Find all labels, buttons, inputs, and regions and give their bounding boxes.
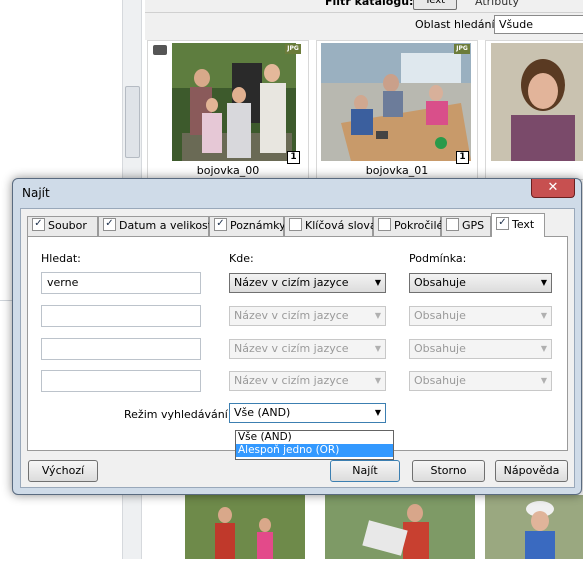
tab-checkbox[interactable]	[496, 217, 509, 230]
scope-label: Oblast hledání:	[415, 18, 499, 31]
where-select[interactable]: Název v cizím jazyce ▼	[229, 273, 386, 293]
filter-title: Filtr katalogu:	[325, 0, 414, 8]
search-mode-dropdown: Vše (AND) Alespoň jedno (OR)	[235, 430, 394, 460]
tab-checkbox[interactable]	[32, 218, 45, 231]
thumbnail-caption: bojovka_00	[196, 164, 260, 177]
search-mode-label: Režim vyhledávání:	[124, 408, 232, 421]
condition-select[interactable]: Obsahuje ▼	[409, 371, 552, 391]
dropdown-arrow-icon: ▼	[540, 376, 547, 385]
where-column-label: Kde:	[229, 252, 254, 265]
condition-select-value: Obsahuje	[414, 309, 466, 322]
tab-checkbox[interactable]	[446, 218, 459, 231]
jpg-format-icon: JPG	[285, 44, 301, 54]
condition-select-value: Obsahuje	[414, 342, 466, 355]
dropdown-option[interactable]: Alespoň jedno (OR)	[236, 444, 393, 457]
camera-icon	[153, 45, 167, 55]
dialog-title: Najít	[22, 186, 50, 200]
tab-label: Soubor	[48, 219, 87, 232]
tab-soubor[interactable]: Soubor	[27, 216, 98, 236]
search-mode-select[interactable]: Vše (AND) ▼	[229, 403, 386, 423]
thumbnail-image[interactable]	[485, 495, 583, 559]
thumbnail-image	[172, 43, 296, 161]
where-select-value: Název v cizím jazyce	[234, 309, 349, 322]
count-badge: 1	[456, 151, 469, 164]
where-select[interactable]: Název v cizím jazyce ▼	[229, 306, 386, 326]
tab-text[interactable]: Text	[491, 213, 545, 237]
dropdown-arrow-icon: ▼	[374, 311, 381, 320]
cancel-button[interactable]: Storno	[412, 460, 485, 482]
where-select-value: Název v cizím jazyce	[234, 342, 349, 355]
dropdown-arrow-icon: ▼	[540, 344, 547, 353]
where-select[interactable]: Název v cizím jazyce ▼	[229, 371, 386, 391]
thumbnail-item[interactable]	[485, 40, 583, 180]
where-select-value: Název v cizím jazyce	[234, 374, 349, 387]
filter-mode-button[interactable]: Text	[413, 0, 457, 10]
count-badge: 1	[287, 151, 300, 164]
find-button[interactable]: Najít	[330, 460, 400, 482]
search-input[interactable]: verne	[41, 272, 201, 294]
where-select[interactable]: Název v cizím jazyce ▼	[229, 339, 386, 359]
thumbnail-caption: bojovka_01	[365, 164, 429, 177]
tab-label: Poznámky	[230, 219, 286, 232]
jpg-format-icon: JPG	[454, 44, 470, 54]
tab-datum-a-velikost[interactable]: Datum a velikost	[98, 216, 213, 236]
tab-checkbox[interactable]	[103, 218, 116, 231]
close-icon[interactable]: ✕	[531, 179, 575, 198]
dropdown-arrow-icon: ▼	[374, 408, 381, 417]
filter-bar: Filtr katalogu: Text Atributy	[145, 0, 583, 13]
default-button[interactable]: Výchozí	[28, 460, 98, 482]
tab-poznamky[interactable]: Poznámky	[209, 216, 286, 236]
search-input[interactable]	[41, 370, 201, 392]
dropdown-arrow-icon: ▼	[374, 278, 381, 287]
search-column-label: Hledat:	[41, 252, 81, 265]
condition-select[interactable]: Obsahuje ▼	[409, 273, 552, 293]
thumbnail-image[interactable]	[185, 495, 305, 559]
tab-klicova-slova[interactable]: Klíčová slova	[284, 216, 377, 236]
tab-pokrocile[interactable]: Pokročilé	[373, 216, 444, 236]
tab-label: GPS	[462, 219, 485, 232]
thumbnail-image	[491, 43, 583, 161]
condition-column-label: Podmínka:	[409, 252, 467, 265]
scope-select[interactable]: Všude	[494, 15, 583, 34]
tab-label: Klíčová slova	[305, 219, 377, 232]
thumbnail-item[interactable]: JPG 1 bojovka_00	[147, 40, 309, 180]
tab-checkbox[interactable]	[214, 218, 227, 231]
search-input[interactable]	[41, 305, 201, 327]
dropdown-option[interactable]: Vše (AND)	[236, 431, 393, 444]
tab-gps[interactable]: GPS	[441, 216, 491, 236]
find-dialog: Najít ✕ Soubor Datum a velikost Poznámky…	[12, 178, 582, 495]
condition-select-value: Obsahuje	[414, 276, 466, 289]
dialog-body: Soubor Datum a velikost Poznámky Klíčová…	[20, 208, 575, 488]
dropdown-arrow-icon: ▼	[540, 311, 547, 320]
dropdown-arrow-icon: ▼	[540, 278, 547, 287]
tab-checkbox[interactable]	[378, 218, 391, 231]
dropdown-arrow-icon: ▼	[374, 376, 381, 385]
thumbnail-image[interactable]	[325, 495, 475, 559]
condition-select-value: Obsahuje	[414, 374, 466, 387]
tab-label: Pokročilé	[394, 219, 444, 232]
thumbnail-item[interactable]: JPG 1 bojovka_01	[316, 40, 478, 180]
tab-label: Datum a velikost	[119, 219, 213, 232]
scrollbar-thumb[interactable]	[125, 86, 140, 158]
search-mode-value: Vše (AND)	[234, 406, 291, 419]
thumbnail-image	[321, 43, 471, 161]
condition-select[interactable]: Obsahuje ▼	[409, 339, 552, 359]
tab-label: Text	[512, 218, 535, 231]
tab-checkbox[interactable]	[289, 218, 302, 231]
search-input[interactable]	[41, 338, 201, 360]
text-search-panel: Hledat: Kde: Podmínka: verne Název v ciz…	[27, 236, 568, 451]
help-button[interactable]: Nápověda	[495, 460, 568, 482]
dropdown-arrow-icon: ▼	[374, 344, 381, 353]
condition-select[interactable]: Obsahuje ▼	[409, 306, 552, 326]
filter-attributes-button[interactable]: Atributy	[475, 0, 519, 8]
where-select-value: Název v cizím jazyce	[234, 276, 349, 289]
